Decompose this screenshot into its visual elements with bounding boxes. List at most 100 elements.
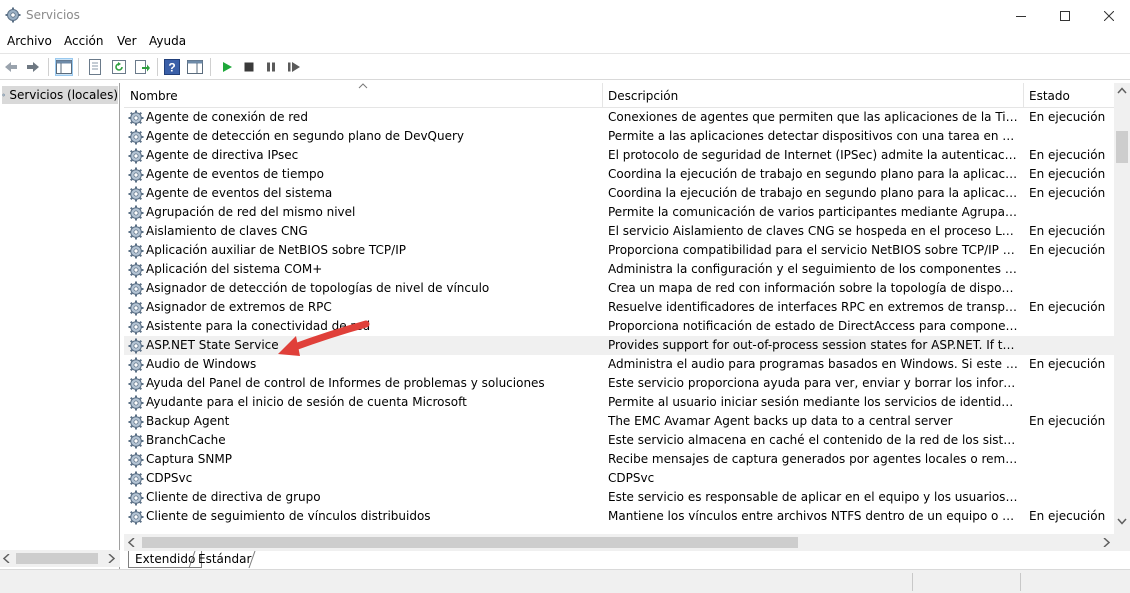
table-row[interactable]: Backup Agent The EMC Avamar Agent backs … — [124, 412, 1114, 431]
restart-service-button[interactable] — [285, 58, 303, 76]
toolbar: ? — [0, 53, 1130, 80]
service-name: Agente de conexión de red — [146, 110, 308, 124]
services-gear-icon — [2, 93, 6, 97]
service-description: Conexiones de agentes que permiten que l… — [608, 110, 1018, 124]
service-description: Provides support for out-of-process sess… — [608, 338, 1018, 352]
service-name: Aislamiento de claves CNG — [146, 224, 308, 238]
scroll-thumb[interactable] — [142, 537, 798, 548]
menu-ver[interactable]: Ver — [117, 34, 137, 48]
red-arrow-annotation-icon — [278, 320, 370, 356]
table-row[interactable]: Agente de conexión de red Conexiones de … — [124, 108, 1114, 127]
table-row[interactable]: Aplicación auxiliar de NetBIOS sobre TCP… — [124, 241, 1114, 260]
column-header-state[interactable]: Estado — [1029, 89, 1070, 103]
title-bar: Servicios — [0, 0, 1130, 32]
service-state: En ejecución — [1029, 509, 1106, 523]
list-horizontal-scrollbar[interactable] — [124, 534, 1130, 551]
column-header-name[interactable]: Nombre — [130, 89, 178, 103]
service-name: Agente de eventos del sistema — [146, 186, 333, 200]
service-description: Permite la comunicación de varios partic… — [608, 205, 1018, 219]
service-gear-icon — [128, 338, 144, 354]
table-row[interactable]: Aplicación del sistema COM+ Administra l… — [124, 260, 1114, 279]
start-service-button[interactable] — [218, 58, 236, 76]
minimize-icon — [1016, 16, 1026, 17]
scroll-down-icon — [1117, 518, 1127, 525]
service-name: Asignador de detección de topologías de … — [146, 281, 490, 295]
tree-horizontal-scrollbar[interactable] — [0, 550, 120, 567]
table-row[interactable]: Agente de directiva IPsec El protocolo d… — [124, 146, 1114, 165]
service-description: Mantiene los vínculos entre archivos NTF… — [608, 509, 1018, 523]
service-name: Backup Agent — [146, 414, 230, 428]
list-header: Nombre Descripción Estado — [124, 83, 1114, 108]
column-separator[interactable] — [602, 83, 603, 108]
back-button[interactable] — [2, 58, 20, 76]
service-name: Cliente de seguimiento de vínculos distr… — [146, 509, 431, 523]
show-action-pane-button[interactable] — [186, 58, 204, 76]
service-state: En ejecución — [1029, 224, 1106, 238]
status-separator — [912, 573, 913, 591]
column-separator[interactable] — [1023, 83, 1024, 108]
table-row[interactable]: Agente de eventos de tiempo Coordina la … — [124, 165, 1114, 184]
pause-service-button[interactable] — [262, 58, 280, 76]
service-description: Crea un mapa de red con información sobr… — [608, 281, 1018, 295]
service-description: Este servicio proporciona ayuda para ver… — [608, 376, 1018, 390]
service-description: Este servicio almacena en caché el conte… — [608, 433, 1018, 447]
service-name: Aplicación del sistema COM+ — [146, 262, 323, 276]
show-hide-tree-button[interactable] — [55, 58, 73, 76]
service-name: Ayudante para el inicio de sesión de cue… — [146, 395, 467, 409]
tree-item-servicios-locales[interactable]: Servicios (locales) — [2, 86, 118, 104]
list-vertical-scrollbar[interactable] — [1114, 83, 1130, 534]
service-name: Agente de directiva IPsec — [146, 148, 299, 162]
scroll-thumb[interactable] — [1116, 131, 1128, 163]
toolbar-separator — [157, 58, 158, 76]
table-row[interactable]: Asignador de detección de topologías de … — [124, 279, 1114, 298]
table-row[interactable]: Asignador de extremos de RPC Resuelve id… — [124, 298, 1114, 317]
service-gear-icon — [128, 471, 144, 487]
table-row[interactable]: Ayudante para el inicio de sesión de cue… — [124, 393, 1114, 412]
service-description: Recibe mensajes de captura generados por… — [608, 452, 1018, 466]
menu-accion[interactable]: Acción — [64, 34, 103, 48]
forward-arrow-icon — [27, 62, 39, 72]
stop-service-button[interactable] — [240, 58, 258, 76]
service-description: CDPSvc — [608, 471, 655, 485]
menu-ayuda[interactable]: Ayuda — [149, 34, 186, 48]
table-row[interactable]: Aislamiento de claves CNG El servicio Ai… — [124, 222, 1114, 241]
service-gear-icon — [128, 509, 144, 525]
menu-bar: Archivo Acción Ver Ayuda — [0, 32, 1130, 52]
table-row[interactable]: Ayuda del Panel de control de Informes d… — [124, 374, 1114, 393]
properties-button[interactable] — [86, 58, 104, 76]
table-row[interactable]: BranchCache Este servicio almacena en ca… — [124, 431, 1114, 450]
service-description: The EMC Avamar Agent backs up data to a … — [608, 414, 953, 428]
service-gear-icon — [128, 376, 144, 392]
properties-icon — [89, 59, 101, 75]
stop-service-icon — [244, 62, 254, 72]
service-name: Agrupación de red del mismo nivel — [146, 205, 356, 219]
maximize-button[interactable] — [1042, 0, 1088, 32]
service-description: Administra el audio para programas basad… — [608, 357, 1018, 371]
table-row[interactable]: Agente de eventos del sistema Coordina l… — [124, 184, 1114, 203]
service-description: El servicio Aislamiento de claves CNG se… — [608, 224, 1018, 238]
service-description: Proporciona notificación de estado de Di… — [608, 319, 1018, 333]
table-row[interactable]: Agente de detección en segundo plano de … — [124, 127, 1114, 146]
back-arrow-icon — [5, 62, 17, 72]
tree-item-label: Servicios (locales) — [9, 88, 118, 102]
forward-button[interactable] — [24, 58, 42, 76]
refresh-button[interactable] — [110, 58, 128, 76]
service-state: En ejecución — [1029, 243, 1106, 257]
toolbar-separator — [48, 58, 49, 76]
close-button[interactable] — [1086, 0, 1130, 32]
scroll-thumb[interactable] — [16, 553, 98, 564]
table-row[interactable]: CDPSvc CDPSvc — [124, 469, 1114, 488]
menu-archivo[interactable]: Archivo — [7, 34, 52, 48]
table-row[interactable]: Captura SNMP Recibe mensajes de captura … — [124, 450, 1114, 469]
tab-divider — [188, 551, 196, 569]
table-row[interactable]: Cliente de seguimiento de vínculos distr… — [124, 507, 1114, 526]
export-list-button[interactable] — [133, 58, 151, 76]
minimize-button[interactable] — [998, 0, 1044, 32]
help-button[interactable]: ? — [163, 58, 181, 76]
column-header-description[interactable]: Descripción — [608, 89, 678, 103]
table-row[interactable]: Agrupación de red del mismo nivel Permit… — [124, 203, 1114, 222]
tab-divider — [248, 551, 256, 569]
service-gear-icon — [128, 357, 144, 373]
toolbar-separator — [78, 58, 79, 76]
table-row[interactable]: Cliente de directiva de grupo Este servi… — [124, 488, 1114, 507]
